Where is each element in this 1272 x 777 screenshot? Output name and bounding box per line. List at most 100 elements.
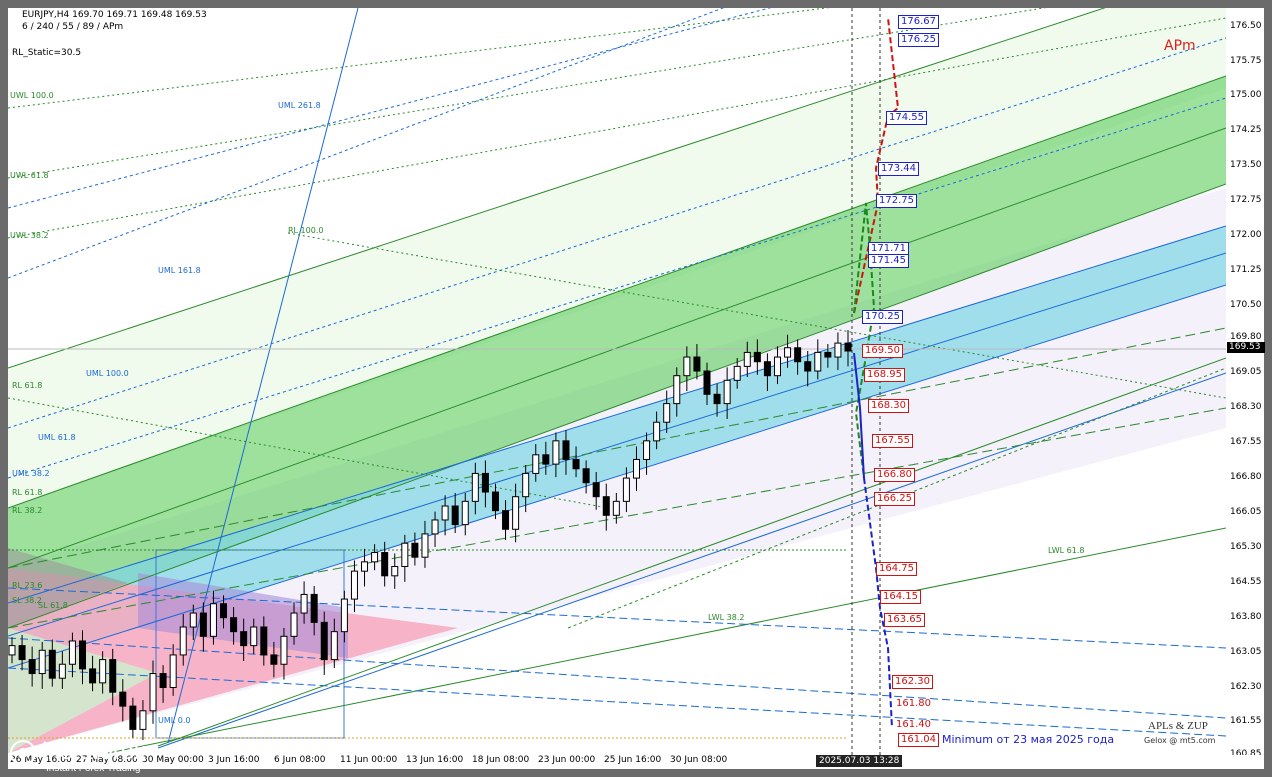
target-level-red[interactable]: 162.30	[892, 675, 933, 689]
candle-body	[552, 440, 560, 465]
line-label: RL 61.8	[12, 381, 42, 390]
candle-body	[703, 370, 711, 395]
candle-body	[431, 519, 439, 535]
target-level-red[interactable]: 166.80	[874, 468, 915, 482]
y-tick-label: 169.05	[1230, 367, 1262, 378]
candle-body	[18, 645, 26, 661]
candle-body	[512, 496, 520, 530]
current-price-tag: 169.53	[1227, 342, 1265, 353]
candle-body	[119, 691, 127, 707]
target-level-red[interactable]: 164.75	[876, 562, 917, 576]
target-level-blue[interactable]: 176.67	[898, 15, 939, 29]
candle-body	[270, 654, 278, 665]
candle-body	[290, 612, 298, 637]
y-tick-label: 168.30	[1230, 402, 1262, 413]
y-tick-label: 176.50	[1230, 20, 1262, 31]
y-tick-label: 161.55	[1230, 716, 1262, 727]
candle-body	[250, 626, 258, 647]
x-tick-label: 3 Jun 16:00	[208, 755, 260, 765]
candle-body	[824, 351, 832, 358]
candle-body	[522, 472, 530, 498]
y-tick-label: 174.25	[1230, 125, 1262, 136]
candle-body	[230, 617, 238, 633]
candle-body	[220, 603, 228, 619]
y-tick-label: 170.50	[1230, 299, 1262, 310]
candle-body	[159, 673, 167, 689]
line-label: RL 61.8	[12, 488, 42, 497]
candle-body	[48, 649, 56, 679]
candle-body	[723, 379, 731, 405]
line-label: UML 161.8	[158, 266, 201, 275]
candle-body	[602, 496, 610, 516]
candle-body	[653, 421, 661, 442]
candle-body	[260, 626, 268, 656]
candle-body	[79, 640, 87, 670]
candle-body	[330, 631, 338, 661]
candle-body	[391, 566, 399, 577]
target-level-red[interactable]: 168.30	[868, 399, 909, 413]
line-label: UML 0.0	[158, 716, 190, 725]
target-level-blue[interactable]: 171.45	[868, 254, 909, 268]
line-label: UWL 61.8	[10, 171, 49, 180]
candle-body	[804, 361, 812, 372]
target-level-red[interactable]: 166.25	[874, 492, 915, 506]
candle-body	[733, 365, 741, 381]
candle-body	[179, 626, 187, 656]
y-tick-label: 163.05	[1230, 646, 1262, 657]
target-level-blue[interactable]: 170.25	[862, 310, 903, 324]
candle-body	[209, 603, 217, 637]
chart-plot-area[interactable]: UWL 100.0 UWL 61.8 UWL 38.2 RL 100.0 UML…	[8, 8, 1226, 755]
candle-body	[834, 342, 842, 358]
target-level-red[interactable]: 167.55	[872, 434, 913, 448]
x-tick-label: 30 Jun 08:00	[670, 755, 728, 765]
y-tick-label: 169.80	[1230, 332, 1262, 343]
target-level-blue[interactable]: 174.55	[886, 111, 927, 125]
candle-body	[350, 570, 358, 600]
target-level-red[interactable]: 164.15	[880, 590, 921, 604]
candle-body	[109, 659, 117, 693]
price-axis[interactable]: 176.50 175.75 175.00 174.25 173.50 172.75 172.…	[1226, 8, 1264, 759]
line-label: RL 23.6	[12, 581, 42, 590]
time-axis[interactable]: 26 May 16:00 27 May 08:00 30 May 00:00 3 Ju…	[8, 755, 1264, 769]
y-tick-label: 166.05	[1230, 506, 1262, 517]
target-level-red[interactable]: 168.95	[864, 368, 905, 382]
target-level-red[interactable]: 169.50	[862, 344, 903, 358]
candle-body	[632, 458, 640, 479]
line-label: UML 61.8	[38, 433, 76, 442]
candle-body	[421, 533, 429, 558]
level-text-red: 161.80	[896, 698, 931, 709]
minimum-note: Minimum от 23 мая 2025 года	[942, 733, 1115, 746]
target-level-red[interactable]: 163.65	[884, 613, 925, 627]
candle-body	[401, 542, 409, 568]
target-level-blue[interactable]: 173.44	[878, 162, 919, 176]
candle-body	[542, 454, 550, 465]
candle-body	[693, 356, 701, 372]
candle-body	[300, 593, 308, 614]
target-level-blue[interactable]: 172.75	[876, 194, 917, 208]
y-tick-label: 164.55	[1230, 576, 1262, 587]
minimum-level[interactable]: 161.04	[898, 733, 939, 747]
candle-body	[340, 598, 348, 633]
candle-body	[381, 552, 389, 577]
candle-body	[844, 342, 852, 352]
candle-body	[99, 659, 107, 684]
candle-body	[572, 458, 580, 470]
candle-body	[139, 710, 147, 730]
candle-body	[784, 347, 792, 358]
candle-body	[441, 505, 449, 521]
candle-body	[814, 351, 822, 372]
line-label: UML 100.0	[86, 369, 129, 378]
candle-body	[502, 510, 510, 530]
x-tick-label: 30 May 00:00	[142, 755, 204, 765]
x-tick-label: 18 Jun 08:00	[472, 755, 530, 765]
brand-name: instaforex	[42, 738, 147, 765]
candle-body	[612, 500, 620, 516]
candle-body	[199, 612, 207, 637]
x-tick-label: 13 Jun 16:00	[406, 755, 464, 765]
candle-body	[663, 403, 671, 423]
line-label: LWL 38.2	[708, 613, 744, 622]
y-tick-label: 172.00	[1230, 230, 1262, 241]
y-tick-label: 173.50	[1230, 160, 1262, 171]
line-label: RL 38.2	[12, 506, 42, 515]
target-level-blue[interactable]: 176.25	[898, 33, 939, 47]
